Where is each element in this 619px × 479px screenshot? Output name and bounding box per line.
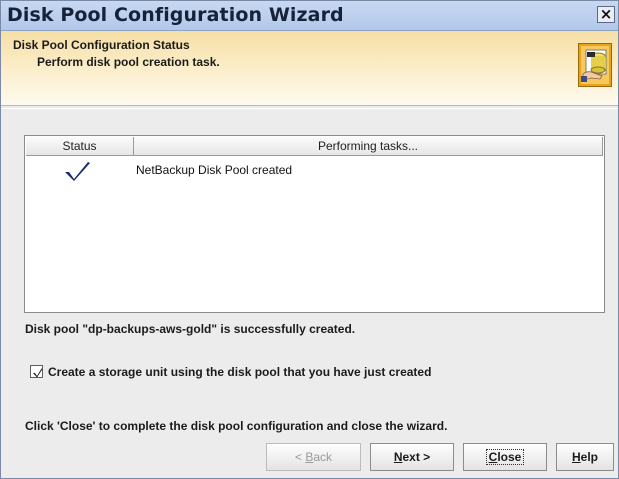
close-icon: × [599, 5, 613, 23]
result-message: Disk pool "dp-backups-aws-gold" is succe… [25, 322, 356, 336]
header-subtitle: Perform disk pool creation task. [37, 55, 220, 69]
wizard-window: Disk Pool Configuration Wizard × Disk Po… [0, 0, 619, 479]
back-button-label: < Back [294, 450, 333, 464]
task-cell: NetBackup Disk Pool created [136, 163, 293, 177]
header-separator [1, 105, 618, 109]
header-title: Disk Pool Configuration Status [13, 38, 190, 52]
check-icon [65, 162, 90, 181]
checkmark-icon [33, 368, 43, 378]
title-bar[interactable]: Disk Pool Configuration Wizard × [1, 1, 618, 31]
storage-unit-checkbox-label[interactable]: Create a storage unit using the disk poo… [48, 365, 431, 379]
column-header-tasks[interactable]: Performing tasks... [134, 137, 603, 156]
button-bar: < Back Next > Close Help [1, 435, 618, 478]
next-button[interactable]: Next > [370, 443, 454, 471]
wizard-header: Disk Pool Configuration Status Perform d… [1, 31, 618, 105]
disk-pool-wizard-icon [578, 43, 612, 87]
help-button[interactable]: Help [556, 443, 614, 471]
back-button[interactable]: < Back [266, 443, 361, 471]
help-button-label: Help [571, 450, 598, 464]
storage-unit-checkbox[interactable] [30, 365, 43, 378]
next-button-label: Next > [393, 450, 431, 464]
window-title: Disk Pool Configuration Wizard [7, 4, 344, 26]
tasks-table[interactable]: Status Performing tasks... NetBackup Dis… [24, 135, 605, 313]
close-window-button[interactable]: × [597, 6, 615, 23]
close-button-label: Close [485, 449, 525, 465]
column-header-status[interactable]: Status [26, 137, 134, 156]
footer-instructions: Click 'Close' to complete the disk pool … [25, 419, 448, 433]
close-button[interactable]: Close [463, 443, 547, 471]
